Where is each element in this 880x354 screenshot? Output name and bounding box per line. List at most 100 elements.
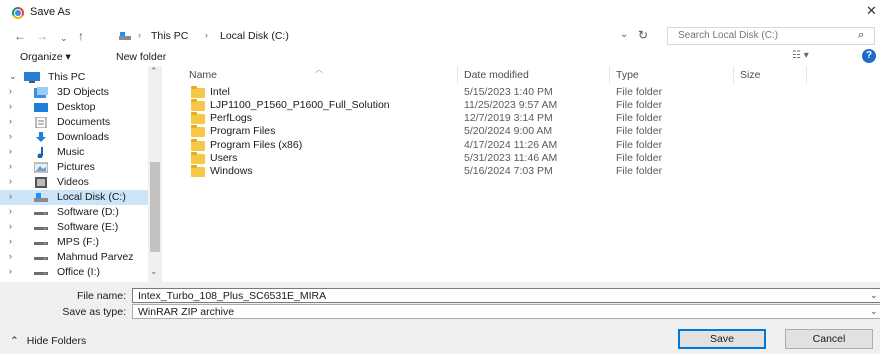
expand-caret-icon[interactable]: › bbox=[9, 101, 12, 111]
expand-caret-icon[interactable]: › bbox=[9, 206, 12, 216]
save-button[interactable]: Save bbox=[678, 329, 766, 349]
scroll-up-icon[interactable]: ⌃ bbox=[150, 66, 158, 77]
search-icon[interactable]: ⌕ bbox=[858, 29, 864, 42]
scrollbar-thumb[interactable] bbox=[150, 162, 160, 252]
scroll-down-icon[interactable]: ⌄ bbox=[150, 266, 158, 277]
drive-icon bbox=[34, 212, 48, 215]
documents-icon bbox=[35, 117, 47, 128]
expand-caret-icon[interactable]: ⌄ bbox=[9, 71, 17, 82]
file-date: 11/25/2023 9:57 AM bbox=[464, 99, 558, 111]
sidebar-item-3d-objects[interactable]: › 3D Objects bbox=[0, 85, 148, 100]
drive-icon bbox=[34, 272, 48, 275]
save-options-panel: File name: Intex_Turbo_108_Plus_SC6531E_… bbox=[0, 282, 880, 354]
file-row[interactable]: LJP1100_P1560_P1600_Full_Solution 11/25/… bbox=[185, 99, 705, 113]
sidebar-item-software-e[interactable]: › Software (E:) bbox=[0, 220, 148, 235]
file-type: File folder bbox=[616, 99, 663, 111]
folder-icon bbox=[191, 99, 205, 111]
column-divider[interactable] bbox=[733, 66, 734, 84]
cancel-button[interactable]: Cancel bbox=[785, 329, 873, 349]
recent-locations-icon[interactable]: ⌄ bbox=[60, 30, 68, 46]
window-title: Save As bbox=[30, 6, 71, 18]
chevron-down-icon[interactable]: ⌄ bbox=[870, 290, 878, 301]
refresh-icon[interactable]: ↻ bbox=[638, 28, 648, 42]
back-arrow-icon[interactable]: ← bbox=[14, 28, 26, 44]
sidebar-item-label: Local Disk (C:) bbox=[57, 191, 126, 203]
file-date: 5/31/2023 11:46 AM bbox=[464, 152, 558, 164]
chevron-down-icon[interactable]: ⌄ bbox=[870, 306, 878, 317]
expand-caret-icon[interactable]: › bbox=[9, 146, 12, 156]
file-list: ︿ Name Date modified Type Size Intel 5/1… bbox=[165, 65, 880, 282]
sidebar-item-this-pc[interactable]: ⌄ This PC bbox=[0, 70, 148, 85]
monitor-icon bbox=[24, 72, 40, 83]
sidebar-item-label: Software (D:) bbox=[57, 206, 119, 218]
file-row[interactable]: Program Files 5/20/2024 9:00 AM File fol… bbox=[185, 125, 705, 139]
address-dropdown-icon[interactable]: ⌄ bbox=[620, 29, 628, 40]
sidebar-item-music[interactable]: › Music bbox=[0, 145, 148, 160]
search-input[interactable]: Search Local Disk (C:) bbox=[678, 30, 778, 41]
file-date: 5/20/2024 9:00 AM bbox=[464, 125, 553, 137]
sidebar-item-pictures[interactable]: › Pictures bbox=[0, 160, 148, 175]
navigation-bar: ← → ⌄ ↑ › This PC › Local Disk (C:) ⌄ ↻ … bbox=[0, 26, 880, 48]
expand-caret-icon[interactable]: › bbox=[9, 176, 12, 186]
column-header-name[interactable]: Name bbox=[189, 69, 217, 81]
file-date: 5/15/2023 1:40 PM bbox=[464, 86, 553, 98]
column-divider[interactable] bbox=[806, 66, 807, 84]
sidebar-item-videos[interactable]: › Videos bbox=[0, 175, 148, 190]
expand-caret-icon[interactable]: › bbox=[9, 266, 12, 276]
change-view-icon[interactable]: ☷ ▾ bbox=[792, 50, 809, 61]
column-divider[interactable] bbox=[457, 66, 458, 84]
breadcrumb-this-pc[interactable]: This PC bbox=[151, 30, 188, 42]
expand-caret-icon[interactable]: › bbox=[9, 86, 12, 96]
hide-folders-button[interactable]: ⌃ Hide Folders bbox=[10, 335, 86, 347]
folder-icon bbox=[191, 139, 205, 151]
sidebar-item-software-d[interactable]: › Software (D:) bbox=[0, 205, 148, 220]
sidebar-item-desktop[interactable]: › Desktop bbox=[0, 100, 148, 115]
downloads-icon bbox=[36, 132, 46, 142]
sidebar-item-office-i[interactable]: › Office (I:) bbox=[0, 265, 148, 280]
music-icon bbox=[37, 147, 43, 158]
expand-caret-icon[interactable]: › bbox=[9, 191, 12, 201]
forward-arrow-icon[interactable]: → bbox=[36, 28, 48, 44]
close-icon[interactable]: ✕ bbox=[866, 3, 877, 19]
column-header-size[interactable]: Size bbox=[740, 69, 760, 81]
file-row[interactable]: Users 5/31/2023 11:46 AM File folder bbox=[185, 152, 705, 166]
expand-caret-icon[interactable]: › bbox=[9, 161, 12, 171]
sidebar-item-label: Mahmud Parvez bbox=[57, 251, 134, 263]
pictures-icon bbox=[34, 162, 48, 173]
new-folder-button[interactable]: New folder bbox=[116, 51, 166, 63]
sidebar-item-mahmud-parvez[interactable]: › Mahmud Parvez bbox=[0, 250, 148, 265]
column-header-date-modified[interactable]: Date modified bbox=[464, 69, 529, 81]
file-name-field[interactable]: Intex_Turbo_108_Plus_SC6531E_MIRA ⌄ bbox=[132, 288, 880, 303]
expand-caret-icon[interactable]: › bbox=[9, 131, 12, 141]
expand-caret-icon[interactable]: › bbox=[9, 236, 12, 246]
organize-button[interactable]: Organize ▾ bbox=[20, 51, 71, 63]
file-name: LJP1100_P1560_P1600_Full_Solution bbox=[210, 99, 390, 111]
file-row[interactable]: Program Files (x86) 4/17/2024 11:26 AM F… bbox=[185, 139, 705, 153]
sidebar-scrollbar[interactable]: ⌃ ⌄ bbox=[148, 66, 162, 282]
search-box[interactable]: Search Local Disk (C:) ⌕ bbox=[667, 27, 875, 45]
sidebar-item-mps-f[interactable]: › MPS (F:) bbox=[0, 235, 148, 250]
sidebar-item-local-disk-c[interactable]: › Local Disk (C:) bbox=[0, 190, 148, 205]
file-row[interactable]: PerfLogs 12/7/2019 3:14 PM File folder bbox=[185, 112, 705, 126]
column-divider[interactable] bbox=[609, 66, 610, 84]
file-type: File folder bbox=[616, 125, 663, 137]
file-name-input[interactable]: Intex_Turbo_108_Plus_SC6531E_MIRA bbox=[138, 290, 326, 302]
expand-caret-icon[interactable]: › bbox=[9, 116, 12, 126]
save-as-type-select[interactable]: WinRAR ZIP archive ⌄ bbox=[132, 304, 880, 319]
up-arrow-icon[interactable]: ↑ bbox=[78, 28, 84, 44]
column-header-type[interactable]: Type bbox=[616, 69, 639, 81]
file-type: File folder bbox=[616, 139, 663, 151]
expand-caret-icon[interactable]: › bbox=[9, 221, 12, 231]
breadcrumb-separator-icon: › bbox=[205, 30, 208, 40]
breadcrumb-local-disk[interactable]: Local Disk (C:) bbox=[220, 30, 289, 42]
chrome-icon bbox=[12, 7, 24, 19]
help-icon[interactable]: ? bbox=[862, 49, 876, 63]
file-row[interactable]: Intel 5/15/2023 1:40 PM File folder bbox=[185, 86, 705, 100]
save-as-type-label: Save as type: bbox=[62, 306, 126, 318]
address-bar[interactable]: › This PC › Local Disk (C:) ⌄ ↻ bbox=[113, 27, 658, 45]
sidebar-item-documents[interactable]: › Documents bbox=[0, 115, 148, 130]
folder-icon bbox=[191, 86, 205, 98]
file-row[interactable]: Windows 5/16/2024 7:03 PM File folder bbox=[185, 165, 705, 179]
expand-caret-icon[interactable]: › bbox=[9, 251, 12, 261]
sidebar-item-downloads[interactable]: › Downloads bbox=[0, 130, 148, 145]
